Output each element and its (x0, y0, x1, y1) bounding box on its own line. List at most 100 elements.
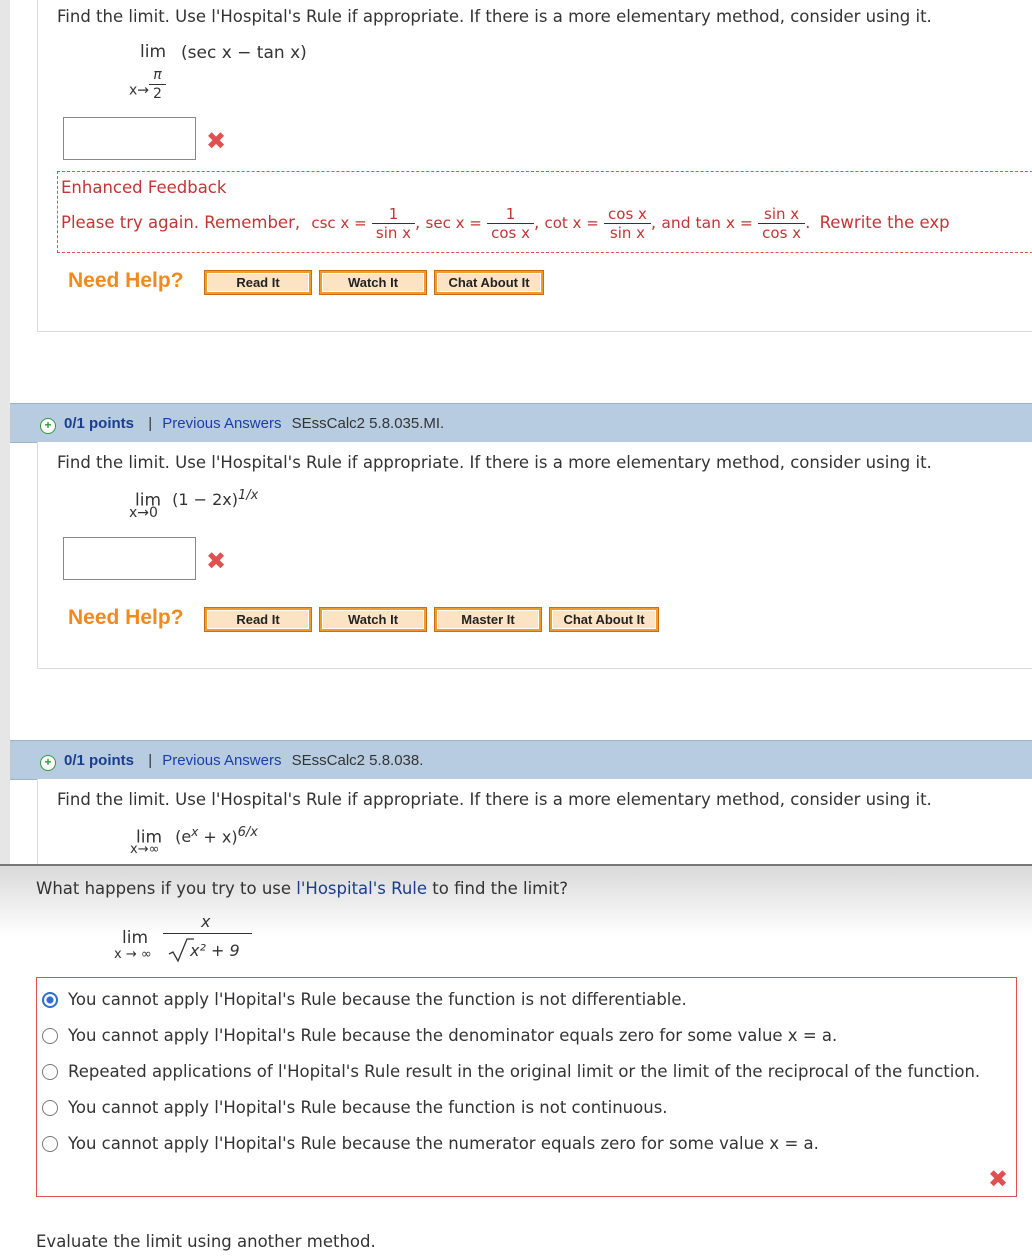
overlay-fraction-numerator: x (201, 912, 211, 931)
choice-1-label: You cannot apply l'Hopital's Rule becaus… (68, 1026, 838, 1045)
frac-tan: sin x cos x (758, 205, 806, 242)
frac-sec-num: 1 (487, 205, 534, 224)
choice-2-label: Repeated applications of l'Hopital's Rul… (68, 1062, 981, 1081)
overlay-lim: lim (122, 928, 149, 948)
overlay-question-pre: What happens if you try to use (36, 879, 297, 898)
feedback-tail: Rewrite the exp (819, 213, 950, 232)
q2-watch-it-label: Watch It (322, 610, 424, 629)
answer-choices-box: You cannot apply l'Hopital's Rule becaus… (36, 977, 1017, 1197)
choice-2[interactable]: Repeated applications of l'Hopital's Rul… (42, 1062, 980, 1081)
q1-limit-lim: lim (140, 42, 167, 62)
frac-csc-num: 1 (371, 205, 416, 224)
feedback-lead: Please try again. Remember, (61, 213, 301, 232)
q3-expr: (e (175, 827, 192, 847)
q1-need-help: Need Help? (68, 269, 184, 292)
overlay-shadow (0, 866, 1032, 936)
q2-prompt: Find the limit. Use l'Hospital's Rule if… (57, 453, 932, 472)
question-3-header: +0/1 points | Previous Answers SEssCalc2… (10, 740, 1032, 780)
q3-prompt: Find the limit. Use l'Hospital's Rule if… (57, 790, 932, 809)
q1-incorrect-icon: ✖ (206, 127, 227, 155)
q3-separator: | (148, 752, 153, 769)
radio-icon[interactable] (42, 1136, 58, 1152)
feedback-cot: cot x = (544, 214, 599, 232)
overlay-question-post: to find the limit? (427, 879, 569, 898)
q3-limit-subscript: x→∞ (130, 842, 160, 857)
q1-prompt: Find the limit. Use l'Hospital's Rule if… (57, 7, 932, 26)
q2-points: 0/1 points (64, 415, 135, 432)
q3-header-line: +0/1 points | Previous Answers SEssCalc2… (40, 752, 423, 771)
choice-1[interactable]: You cannot apply l'Hopital's Rule becaus… (42, 1026, 837, 1045)
q2-chat-about-it-label: Chat About It (552, 610, 656, 629)
q2-answer-input[interactable] (63, 537, 196, 580)
choice-0-label: You cannot apply l'Hopital's Rule becaus… (68, 990, 687, 1009)
choice-4-label: You cannot apply l'Hopital's Rule becaus… (68, 1134, 819, 1153)
question-2-header: +0/1 points | Previous Answers SEssCalc2… (10, 403, 1032, 443)
feedback-csc: csc x = (311, 214, 367, 232)
q3-points: 0/1 points (64, 752, 135, 769)
q2-master-it-label: Master It (437, 610, 539, 629)
choice-3-label: You cannot apply l'Hopital's Rule becaus… (68, 1098, 668, 1117)
q2-problem-code: SEssCalc2 5.8.035.MI. (291, 415, 445, 432)
q1-read-it-label: Read It (207, 273, 309, 292)
q2-limit-subscript: x→0 (129, 505, 158, 521)
radio-icon[interactable] (42, 1064, 58, 1080)
feedback-body: Please try again. Remember, csc x = 1 sin… (61, 205, 950, 242)
expand-plus-icon[interactable]: + (40, 418, 56, 434)
q1-answer-input[interactable] (63, 117, 196, 160)
next-step-text: Evaluate the limit using another method. (36, 1232, 376, 1251)
q2-previous-answers-link[interactable]: Previous Answers (162, 415, 281, 432)
q2-master-it-button[interactable]: Master It (434, 607, 542, 632)
frac-tan-den: cos x (762, 224, 802, 242)
q1-read-it-button[interactable]: Read It (204, 270, 312, 295)
feedback-title: Enhanced Feedback (61, 178, 227, 197)
page-left-gutter (0, 0, 10, 864)
q1-sub-num: π (149, 66, 166, 85)
expand-plus-icon[interactable]: + (40, 755, 56, 771)
q1-limit-expression: (sec x − tan x) (181, 43, 307, 63)
q2-watch-it-button[interactable]: Watch It (319, 607, 427, 632)
frac-cot-num: cos x (604, 205, 651, 224)
q3-expr-tail: + x) (198, 827, 238, 847)
frac-tan-num: sin x (758, 205, 806, 224)
q1-watch-it-label: Watch It (322, 273, 424, 292)
q2-exponent: 1/x (238, 488, 259, 503)
q1-chat-about-it-label: Chat About It (437, 273, 541, 292)
choice-4[interactable]: You cannot apply l'Hopital's Rule becaus… (42, 1134, 819, 1153)
frac-cot-den: sin x (609, 224, 646, 242)
q2-header-line: +0/1 points | Previous Answers SEssCalc2… (40, 415, 444, 434)
q2-expr: (1 − 2x) (172, 490, 238, 510)
overlay-fraction-bar (163, 933, 252, 934)
overlay-lim-sub: x → ∞ (114, 947, 152, 962)
frac-csc-den: sin x (375, 224, 412, 242)
feedback-tan: and tan x = (661, 214, 753, 232)
lhospital-rule-link[interactable]: l'Hospital's Rule (296, 879, 427, 898)
frac-cot: cos x sin x (604, 205, 651, 242)
feedback-sec: sec x = (425, 214, 482, 232)
q1-expr: (sec x − tan x) (181, 43, 307, 63)
q1-watch-it-button[interactable]: Watch It (319, 270, 427, 295)
q2-incorrect-icon: ✖ (206, 547, 227, 575)
frac-sec: 1 cos x (487, 205, 534, 242)
q1-sub-den: 2 (153, 86, 162, 102)
overlay-fraction-denominator: x² + 9 (190, 941, 240, 960)
q2-chat-about-it-button[interactable]: Chat About It (549, 607, 659, 632)
choice-0[interactable]: You cannot apply l'Hopital's Rule becaus… (42, 990, 687, 1009)
choice-3[interactable]: You cannot apply l'Hopital's Rule becaus… (42, 1098, 668, 1117)
q2-read-it-button[interactable]: Read It (204, 607, 312, 632)
q2-separator: | (148, 415, 153, 432)
q3-previous-answers-link[interactable]: Previous Answers (162, 752, 281, 769)
q1-limit-subscript: x→ π 2 (129, 66, 166, 103)
q1-chat-about-it-button[interactable]: Chat About It (434, 270, 544, 295)
q3-exponent: 6/x (237, 825, 258, 840)
frac-sec-den: cos x (491, 224, 530, 242)
q3-problem-code: SEssCalc2 5.8.038. (291, 752, 424, 769)
q2-need-help: Need Help? (68, 606, 184, 629)
radio-icon[interactable] (42, 1028, 58, 1044)
q2-read-it-label: Read It (207, 610, 309, 629)
choices-incorrect-icon: ✖ (988, 1165, 1009, 1193)
radio-selected-icon[interactable] (42, 992, 58, 1008)
radio-icon[interactable] (42, 1100, 58, 1116)
frac-csc: 1 sin x (371, 205, 416, 242)
q1-sub-var: x→ (129, 82, 150, 99)
overlay-question: What happens if you try to use l'Hospita… (36, 879, 568, 898)
